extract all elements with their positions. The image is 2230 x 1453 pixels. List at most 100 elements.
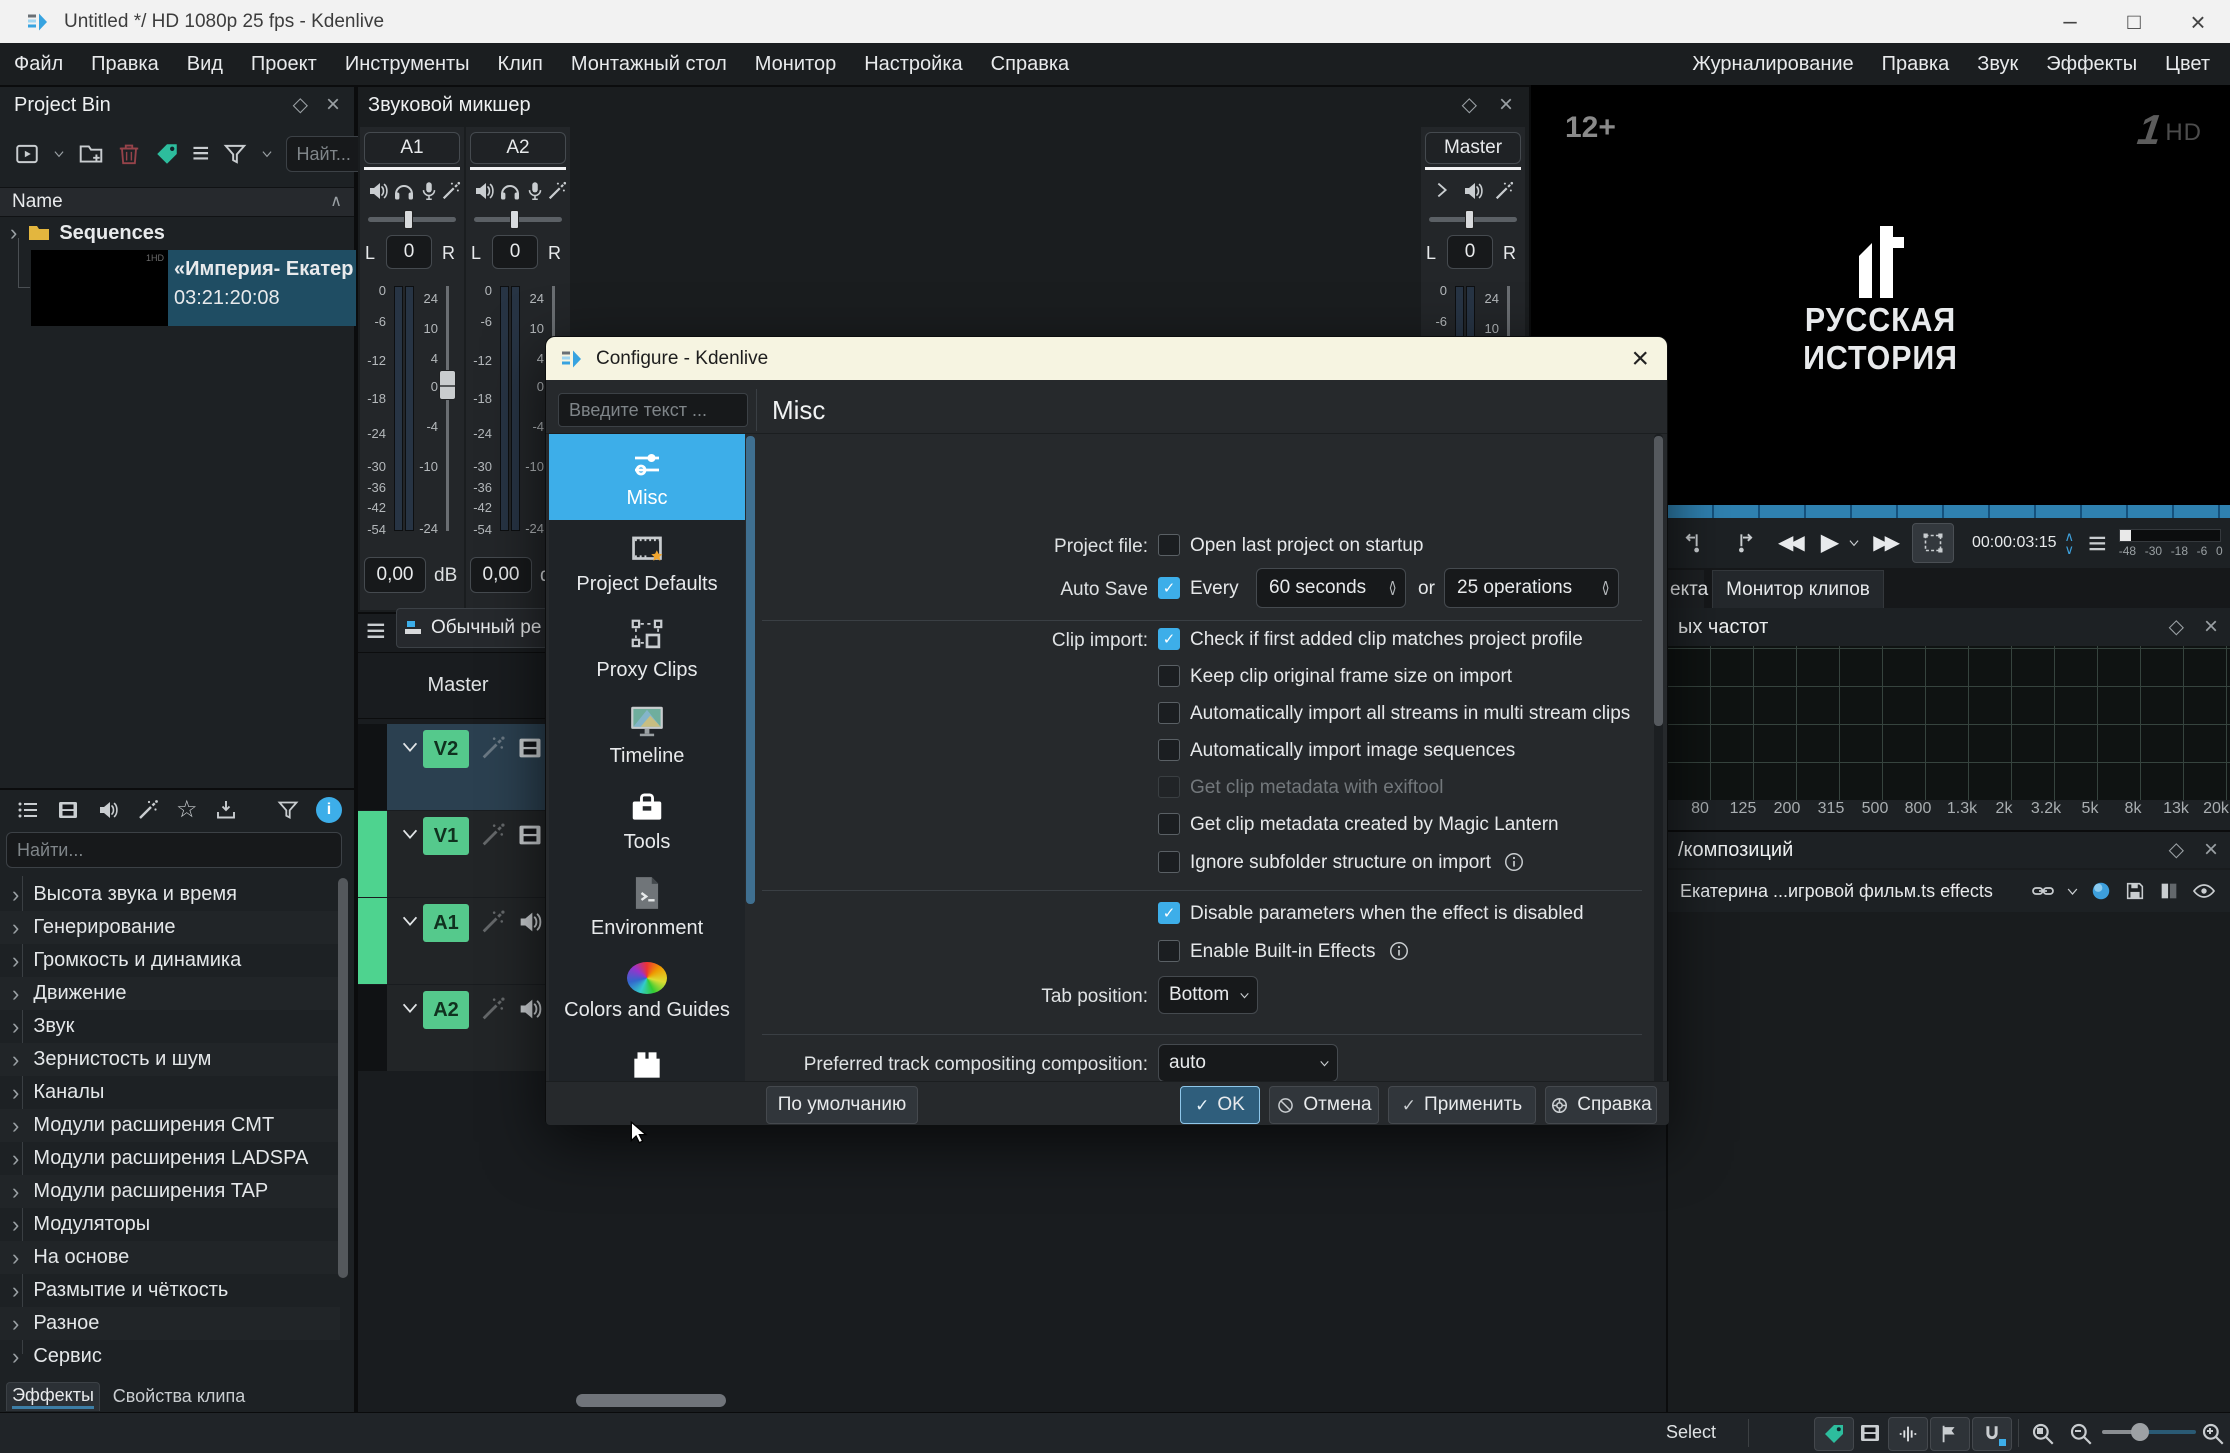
track-active-bar[interactable] [358,724,387,810]
effects-category[interactable]: ›Высота звука и время [0,878,340,911]
zone-mode-button[interactable] [1912,523,1954,563]
tag-button[interactable] [154,141,180,167]
clip-monitor-tab[interactable]: Монитор клипов [1712,570,1884,610]
mute-icon[interactable] [1461,179,1485,203]
collapse-chevron-icon[interactable] [395,910,425,932]
track-effects-icon[interactable] [479,734,507,762]
layout-effects[interactable]: Эффекты [2032,43,2151,85]
expander-icon[interactable]: › [12,1214,19,1236]
volume-fader-track[interactable] [446,286,449,531]
window-titlebar[interactable]: Untitled */ HD 1080p 25 fps - Kdenlive –… [0,0,2230,43]
dialog-search-input[interactable] [558,393,748,427]
effects-category[interactable]: ›Разное [0,1307,340,1340]
menu-help[interactable]: Справка [977,43,1083,85]
expander-icon[interactable]: › [12,1148,19,1170]
close-button[interactable]: × [2166,9,2230,35]
compare-columns-icon[interactable] [2158,880,2180,902]
expander-icon[interactable]: › [12,917,19,939]
effects-wand-icon[interactable] [1493,179,1515,203]
monitor-ruler[interactable] [1668,505,2230,518]
effects-tab[interactable]: Эффекты [6,1382,100,1411]
timeline-master-button[interactable]: Master [398,670,518,700]
effects-category[interactable]: ›Движение [0,977,340,1010]
filter-dropdown-icon[interactable] [260,147,274,161]
expander-icon[interactable]: › [12,1181,19,1203]
project-monitor-tab[interactable]: екта [1668,570,1704,610]
create-folder-button[interactable] [78,141,104,167]
effects-scrollbar[interactable] [338,878,348,1278]
layout-audio[interactable]: Звук [1963,43,2032,85]
expand-icon[interactable] [1431,179,1453,201]
float-panel-icon[interactable]: ◇ [1462,95,1477,115]
pan-slider-handle[interactable] [404,210,413,229]
check-profile-checkbox[interactable]: ✓ [1158,628,1180,650]
menu-timeline[interactable]: Монтажный стол [557,43,741,85]
sidebar-item-project-defaults[interactable]: Project Defaults [549,520,745,606]
apply-button[interactable]: ✓Применить [1388,1086,1536,1124]
expander-icon[interactable]: › [12,1280,19,1302]
track-active-bar[interactable] [358,898,387,984]
track-effects-icon[interactable] [479,821,507,849]
balance-value[interactable]: 0 [492,235,538,269]
expander-icon[interactable]: › [12,1082,19,1104]
custom-effects-icon[interactable] [136,798,160,822]
expander-icon[interactable]: › [12,1313,19,1335]
effects-category[interactable]: ›Громкость и динамика [0,944,340,977]
sidebar-item-proxy-clips[interactable]: Proxy Clips [549,606,745,692]
menu-file[interactable]: Файл [0,43,77,85]
marker-flag-button[interactable] [1930,1417,1970,1451]
effects-category[interactable]: ›Сервис [0,1340,340,1373]
channel-tab[interactable]: A2 [470,132,566,164]
forward-icon[interactable]: ▶▶ [1873,533,1896,553]
solo-headphones-icon[interactable] [392,179,416,203]
effects-category[interactable]: ›Модули расширения LADSPA [0,1142,340,1175]
channel-tab[interactable]: A1 [364,132,460,164]
channel-tab[interactable]: Master [1425,132,1521,164]
builtin-effects-checkbox[interactable] [1158,940,1180,962]
timeline-menu-icon[interactable]: ≡ [366,614,386,648]
edit-mode-combobox[interactable]: Обычный ре [396,608,548,648]
menu-view[interactable]: Вид [173,43,237,85]
tab-position-combobox[interactable]: Bottom [1158,976,1258,1014]
expander-icon[interactable]: › [12,884,19,906]
zoom-in-icon[interactable] [2200,1421,2226,1447]
gain-value[interactable]: 0,00 [470,557,532,593]
sort-ascending-icon[interactable]: ∧ [330,194,342,210]
download-effects-icon[interactable] [214,798,238,822]
expander-icon[interactable]: › [12,1016,19,1038]
sidebar-item-colors-guides[interactable]: Colors and Guides [549,950,745,1036]
menu-monitor[interactable]: Монитор [741,43,850,85]
autosave-interval-spinbox[interactable]: 60 seconds ∧∨ [1256,568,1406,608]
gain-value[interactable]: 0,00 [364,557,426,593]
autosave-checkbox[interactable]: ✓ [1158,577,1180,599]
zoom-fit-icon[interactable] [2030,1421,2056,1447]
zone-end-icon[interactable] [1730,530,1756,556]
spin-down-icon[interactable]: ∨ [1601,588,1610,595]
record-mic-icon[interactable] [524,179,546,203]
effects-wand-icon[interactable] [440,179,462,203]
menu-tools[interactable]: Инструменты [331,43,484,85]
expander-icon[interactable]: › [12,950,19,972]
bin-folder-row[interactable]: › Sequences [0,218,354,248]
record-mic-icon[interactable] [418,179,440,203]
sidebar-item-environment[interactable]: Environment [549,864,745,950]
info-icon[interactable] [1388,940,1410,962]
volume-fader-handle[interactable] [439,370,456,400]
sidebar-item-tools[interactable]: Tools [549,778,745,864]
expander-icon[interactable]: › [12,1346,19,1368]
spin-down-icon[interactable]: ∨ [1388,588,1397,595]
solo-headphones-icon[interactable] [498,179,522,203]
add-clip-button[interactable] [14,141,40,167]
add-clip-dropdown-icon[interactable] [52,147,66,161]
audio-thumbnails-button[interactable] [1888,1417,1928,1451]
video-effects-icon[interactable] [56,798,80,822]
defaults-button[interactable]: По умолчанию [766,1086,918,1124]
track-badge[interactable]: V1 [423,817,469,855]
float-panel-icon[interactable]: ◇ [2169,617,2184,637]
effects-category[interactable]: ›Зернистость и шум [0,1043,340,1076]
menu-edit[interactable]: Правка [77,43,173,85]
ignore-subfolder-checkbox[interactable] [1158,851,1180,873]
layout-editing[interactable]: Правка [1868,43,1964,85]
filter-button[interactable] [222,141,248,167]
bin-name-header[interactable]: Name ∧ [0,187,354,217]
